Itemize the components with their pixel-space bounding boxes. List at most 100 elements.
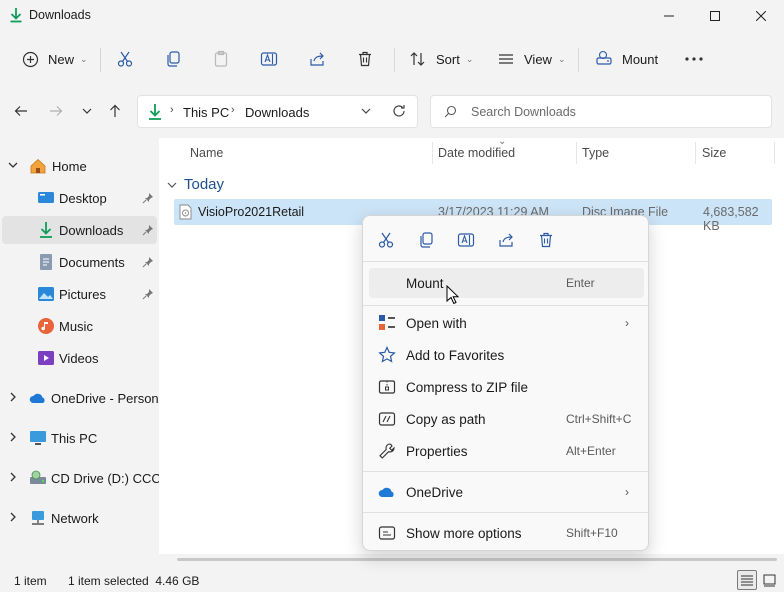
- close-button[interactable]: [738, 0, 784, 32]
- mount-label: Mount: [622, 51, 659, 67]
- document-icon: [37, 253, 55, 271]
- sidebar-item-label: CD Drive (D:) CCCOMA_X64FRE_EN-US_DV9: [51, 470, 159, 486]
- paste-button[interactable]: [211, 42, 231, 76]
- plus-circle-icon: [20, 49, 40, 69]
- menu-item-show-more-options[interactable]: Show more options Shift+F10: [369, 518, 644, 548]
- refresh-icon[interactable]: [391, 103, 407, 119]
- share-button[interactable]: [307, 42, 327, 76]
- column-header-date-modified[interactable]: Date modified: [438, 146, 515, 160]
- context-cut-button[interactable]: [371, 228, 401, 252]
- pin-icon: [142, 225, 153, 236]
- sidebar-item-cd-drive[interactable]: CD Drive (D:) CCCOMA_X64FRE_EN-US_DV9: [2, 464, 159, 492]
- menu-item-add-to-favorites[interactable]: Add to Favorites: [369, 340, 644, 370]
- network-icon: [29, 509, 47, 527]
- trash-icon: [355, 49, 375, 69]
- sidebar-item-onedrive[interactable]: OneDrive - Personal: [2, 384, 159, 412]
- sidebar-item-network[interactable]: Network: [2, 504, 157, 532]
- see-more-button[interactable]: [684, 42, 704, 76]
- new-button[interactable]: New ⌄: [20, 42, 88, 76]
- menu-item-open-with[interactable]: Open with ›: [369, 308, 644, 338]
- context-copy-button[interactable]: [411, 228, 441, 252]
- chevron-right-icon[interactable]: [8, 512, 18, 525]
- pin-icon: [142, 257, 153, 268]
- divider: [578, 48, 579, 72]
- column-header-type[interactable]: Type: [582, 146, 609, 160]
- rename-button[interactable]: [259, 42, 279, 76]
- large-icons-view-button[interactable]: [759, 570, 779, 590]
- path-icon: [377, 409, 397, 429]
- menu-item-copy-as-path[interactable]: Copy as path Ctrl+Shift+C: [369, 404, 644, 434]
- cut-button[interactable]: [115, 42, 135, 76]
- chevron-down-icon: ⌄: [465, 53, 474, 64]
- breadcrumb-downloads[interactable]: Downloads: [245, 105, 309, 120]
- divider: [100, 48, 101, 72]
- sidebar-item-pictures[interactable]: Pictures: [2, 280, 157, 308]
- copy-icon: [420, 232, 433, 248]
- menu-divider: [363, 261, 650, 262]
- sidebar-item-this-pc[interactable]: This PC: [2, 424, 157, 452]
- minimize-icon: [664, 15, 674, 17]
- sidebar-item-label: Desktop: [59, 190, 107, 206]
- search-box[interactable]: Search Downloads: [430, 95, 772, 128]
- chevron-right-icon[interactable]: [8, 392, 18, 405]
- menu-item-label: Open with: [406, 315, 467, 331]
- copy-button[interactable]: [163, 42, 183, 76]
- column-header-name[interactable]: Name: [190, 146, 223, 160]
- mount-button[interactable]: Mount: [594, 42, 658, 76]
- menu-item-properties[interactable]: Properties Alt+Enter: [369, 436, 644, 466]
- sidebar-item-label: Videos: [59, 350, 99, 366]
- file-explorer-window: Downloads New ⌄ Sort ⌄ View ⌄ Mount › Th…: [0, 0, 784, 592]
- sidebar-item-home[interactable]: Home: [2, 152, 157, 180]
- menu-item-onedrive[interactable]: OneDrive ›: [369, 477, 644, 507]
- pin-icon: [142, 289, 153, 300]
- horizontal-scrollbar[interactable]: [177, 558, 777, 561]
- chevron-down-icon: ⌄: [557, 53, 566, 64]
- mouse-cursor-icon: [446, 285, 459, 305]
- sidebar-item-music[interactable]: Music: [2, 312, 157, 340]
- address-bar[interactable]: › This PC › Downloads: [137, 95, 418, 128]
- column-header-size[interactable]: Size: [702, 146, 726, 160]
- menu-item-shortcut: Shift+F10: [566, 526, 618, 540]
- chevron-right-icon[interactable]: [8, 472, 18, 485]
- group-header[interactable]: Today: [167, 176, 224, 193]
- breadcrumb-this-pc[interactable]: This PC: [183, 105, 229, 120]
- sidebar-item-desktop[interactable]: Desktop: [2, 184, 157, 212]
- title-bar: Downloads: [0, 0, 784, 32]
- group-label: Today: [184, 176, 225, 193]
- menu-item-mount[interactable]: Mount Enter: [369, 268, 644, 298]
- column-divider[interactable]: [774, 142, 775, 164]
- window-title: Downloads: [29, 8, 91, 22]
- minimize-button[interactable]: [646, 0, 692, 32]
- home-icon: [29, 157, 47, 175]
- search-placeholder: Search Downloads: [471, 105, 576, 119]
- delete-button[interactable]: [355, 42, 375, 76]
- search-icon: [444, 105, 457, 118]
- recent-locations-button[interactable]: [76, 100, 98, 122]
- more-icon: [684, 49, 704, 69]
- forward-button[interactable]: [45, 100, 67, 122]
- music-icon: [37, 317, 55, 335]
- sort-button[interactable]: Sort ⌄: [408, 42, 473, 76]
- maximize-button[interactable]: [692, 0, 738, 32]
- context-share-button[interactable]: [491, 228, 521, 252]
- column-divider[interactable]: [576, 142, 577, 164]
- view-button[interactable]: View ⌄: [496, 42, 566, 76]
- up-button[interactable]: [104, 100, 126, 122]
- context-delete-button[interactable]: [531, 228, 561, 252]
- open-with-icon: [377, 313, 397, 333]
- trash-icon: [540, 232, 552, 248]
- column-divider[interactable]: [432, 142, 433, 164]
- sidebar-item-documents[interactable]: Documents: [2, 248, 157, 276]
- details-view-button[interactable]: [737, 570, 757, 590]
- menu-item-compress-zip[interactable]: Compress to ZIP file: [369, 372, 644, 402]
- scissors-icon: [115, 49, 135, 69]
- back-button[interactable]: [10, 100, 32, 122]
- chevron-right-icon[interactable]: [8, 432, 18, 445]
- sidebar-item-videos[interactable]: Videos: [2, 344, 157, 372]
- sidebar-item-downloads[interactable]: Downloads: [2, 216, 157, 244]
- command-bar: New ⌄ Sort ⌄ View ⌄ Mount: [0, 36, 784, 82]
- chevron-down-icon[interactable]: [360, 104, 372, 118]
- chevron-down-icon[interactable]: [8, 160, 18, 173]
- context-rename-button[interactable]: [451, 228, 481, 252]
- column-divider[interactable]: [695, 142, 696, 164]
